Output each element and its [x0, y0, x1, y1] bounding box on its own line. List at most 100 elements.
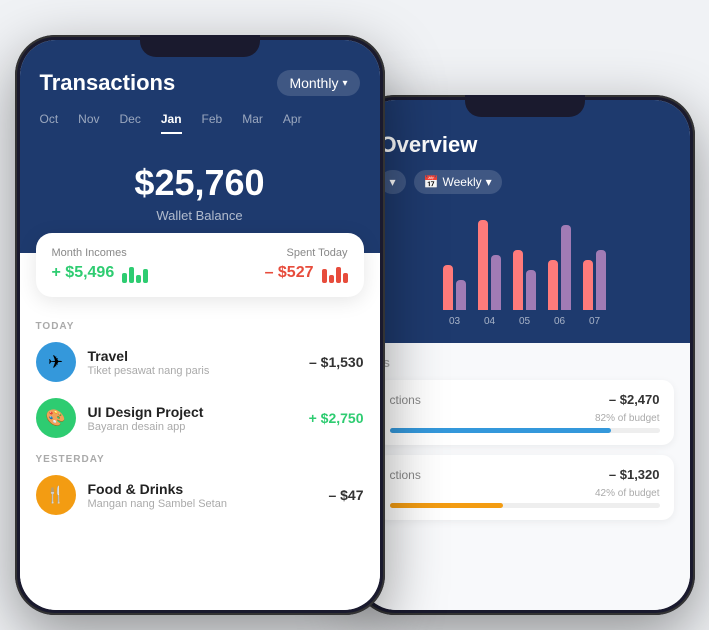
rbar2: [329, 275, 334, 283]
bar-06-salmon: [548, 260, 558, 310]
chart-section: 03 04: [360, 210, 690, 343]
section-label: ES: [376, 359, 674, 370]
income-value: + $5,496: [52, 264, 115, 282]
bar-03-salmon: [443, 265, 453, 310]
design-name: UI Design Project: [88, 404, 297, 420]
chart-group-06: 06: [548, 225, 571, 327]
month-mar[interactable]: Mar: [242, 108, 263, 134]
design-amount: + $2,750: [309, 410, 364, 426]
right-screen: Overview ▾ 📅 Weekly ▾: [360, 100, 690, 610]
chevron-down-icon: ▾: [390, 175, 396, 189]
balance-label: Wallet Balance: [40, 208, 360, 223]
travel-amount: – $1,530: [309, 354, 364, 370]
chevron-down-icon2: ▾: [486, 175, 492, 189]
month-oct[interactable]: Oct: [40, 108, 59, 134]
design-icon: 🎨: [36, 398, 76, 438]
travel-icon: ✈: [36, 342, 76, 382]
monthly-button[interactable]: Monthly ▾: [277, 70, 359, 96]
food-amount: – $47: [328, 487, 363, 503]
bar2: [129, 267, 134, 283]
notch-left: [140, 35, 260, 57]
travel-name: Travel: [88, 348, 298, 364]
yesterday-label: YESTERDAY: [36, 454, 364, 465]
budget-amount-1: – $2,470: [609, 392, 660, 407]
travel-sub: Tiket pesawat nang paris: [88, 365, 298, 377]
chart-label-06: 06: [554, 316, 565, 327]
bar-06-purple: [561, 225, 571, 310]
table-row[interactable]: ✈ Travel Tiket pesawat nang paris – $1,5…: [36, 342, 364, 382]
budget-sub-2: 42% of budget: [595, 488, 660, 499]
bar-03-purple: [456, 280, 466, 310]
overview-controls: ▾ 📅 Weekly ▾: [380, 170, 670, 210]
income-chart: [122, 263, 148, 283]
stats-card: Month Incomes + $5,496 Spent: [36, 233, 364, 297]
chart-group-03: 03: [443, 265, 466, 327]
progress-fill-2: [390, 503, 503, 508]
food-info: Food & Drinks Mangan nang Sambel Setan: [88, 481, 317, 510]
month-nov[interactable]: Nov: [78, 108, 99, 134]
overview-body: ES ctions – $2,470 82% of budget: [360, 343, 690, 610]
rbar4: [343, 273, 348, 283]
bar-04-purple: [491, 255, 501, 310]
rbar1: [322, 269, 327, 283]
bar4: [143, 269, 148, 283]
month-jan[interactable]: Jan: [161, 108, 182, 134]
budget-sub-1: 82% of budget: [595, 413, 660, 424]
design-info: UI Design Project Bayaran desain app: [88, 404, 297, 433]
list-item: ctions – $1,320 42% of budget: [376, 455, 674, 520]
rbar3: [336, 267, 341, 283]
bar-07-purple: [596, 250, 606, 310]
right-phone: Overview ▾ 📅 Weekly ▾: [355, 95, 695, 615]
chart-group-04: 04: [478, 220, 501, 327]
notch-right: [465, 95, 585, 117]
chart-label-04: 04: [484, 316, 495, 327]
today-label: TODAY: [36, 321, 364, 332]
chart-label-03: 03: [449, 316, 460, 327]
month-nav: Oct Nov Dec Jan Feb Mar Apr: [40, 108, 360, 142]
food-sub: Mangan nang Sambel Setan: [88, 498, 317, 510]
design-sub: Bayaran desain app: [88, 421, 297, 433]
expense-chart: [322, 263, 348, 283]
bar3: [136, 275, 141, 283]
expense-value: – $527: [265, 264, 314, 282]
list-item: ctions – $2,470 82% of budget: [376, 380, 674, 445]
month-dec[interactable]: Dec: [120, 108, 141, 134]
calendar-icon: 📅: [424, 175, 439, 189]
page-title: Transactions: [40, 70, 176, 96]
transactions-body: TODAY ✈ Travel Tiket pesawat nang paris …: [20, 297, 380, 610]
budget-name-1: ctions: [390, 393, 421, 407]
progress-bar-2: [390, 503, 660, 508]
phones-container: Transactions Monthly ▾ Oct Nov Dec Jan F…: [15, 15, 695, 615]
food-icon: 🍴: [36, 475, 76, 515]
bar-05-purple: [526, 270, 536, 310]
income-stat: Month Incomes + $5,496: [52, 247, 149, 283]
expense-label: Spent Today: [287, 247, 348, 259]
chevron-down-icon: ▾: [342, 78, 347, 89]
bar-07-salmon: [583, 260, 593, 310]
monthly-label: Monthly: [289, 75, 338, 91]
balance-amount: $25,760: [40, 162, 360, 204]
month-feb[interactable]: Feb: [202, 108, 223, 134]
budget-name-2: ctions: [390, 468, 421, 482]
bar-05-salmon: [513, 250, 523, 310]
bar-04-salmon: [478, 220, 488, 310]
chart-group-05: 05: [513, 250, 536, 327]
expense-stat: Spent Today – $527: [265, 247, 348, 283]
overview-title: Overview: [380, 132, 670, 158]
income-label: Month Incomes: [52, 247, 149, 259]
weekly-button[interactable]: 📅 Weekly ▾: [414, 170, 502, 194]
progress-fill-1: [390, 428, 611, 433]
weekly-label: Weekly: [442, 175, 481, 189]
progress-bar-1: [390, 428, 660, 433]
table-row[interactable]: 🎨 UI Design Project Bayaran desain app +…: [36, 398, 364, 438]
chart-label-07: 07: [589, 316, 600, 327]
month-apr[interactable]: Apr: [283, 108, 302, 134]
left-screen: Transactions Monthly ▾ Oct Nov Dec Jan F…: [20, 40, 380, 610]
left-phone: Transactions Monthly ▾ Oct Nov Dec Jan F…: [15, 35, 385, 615]
table-row[interactable]: 🍴 Food & Drinks Mangan nang Sambel Setan…: [36, 475, 364, 515]
bar1: [122, 273, 127, 283]
chart-label-05: 05: [519, 316, 530, 327]
budget-amount-2: – $1,320: [609, 467, 660, 482]
travel-info: Travel Tiket pesawat nang paris: [88, 348, 298, 377]
food-name: Food & Drinks: [88, 481, 317, 497]
